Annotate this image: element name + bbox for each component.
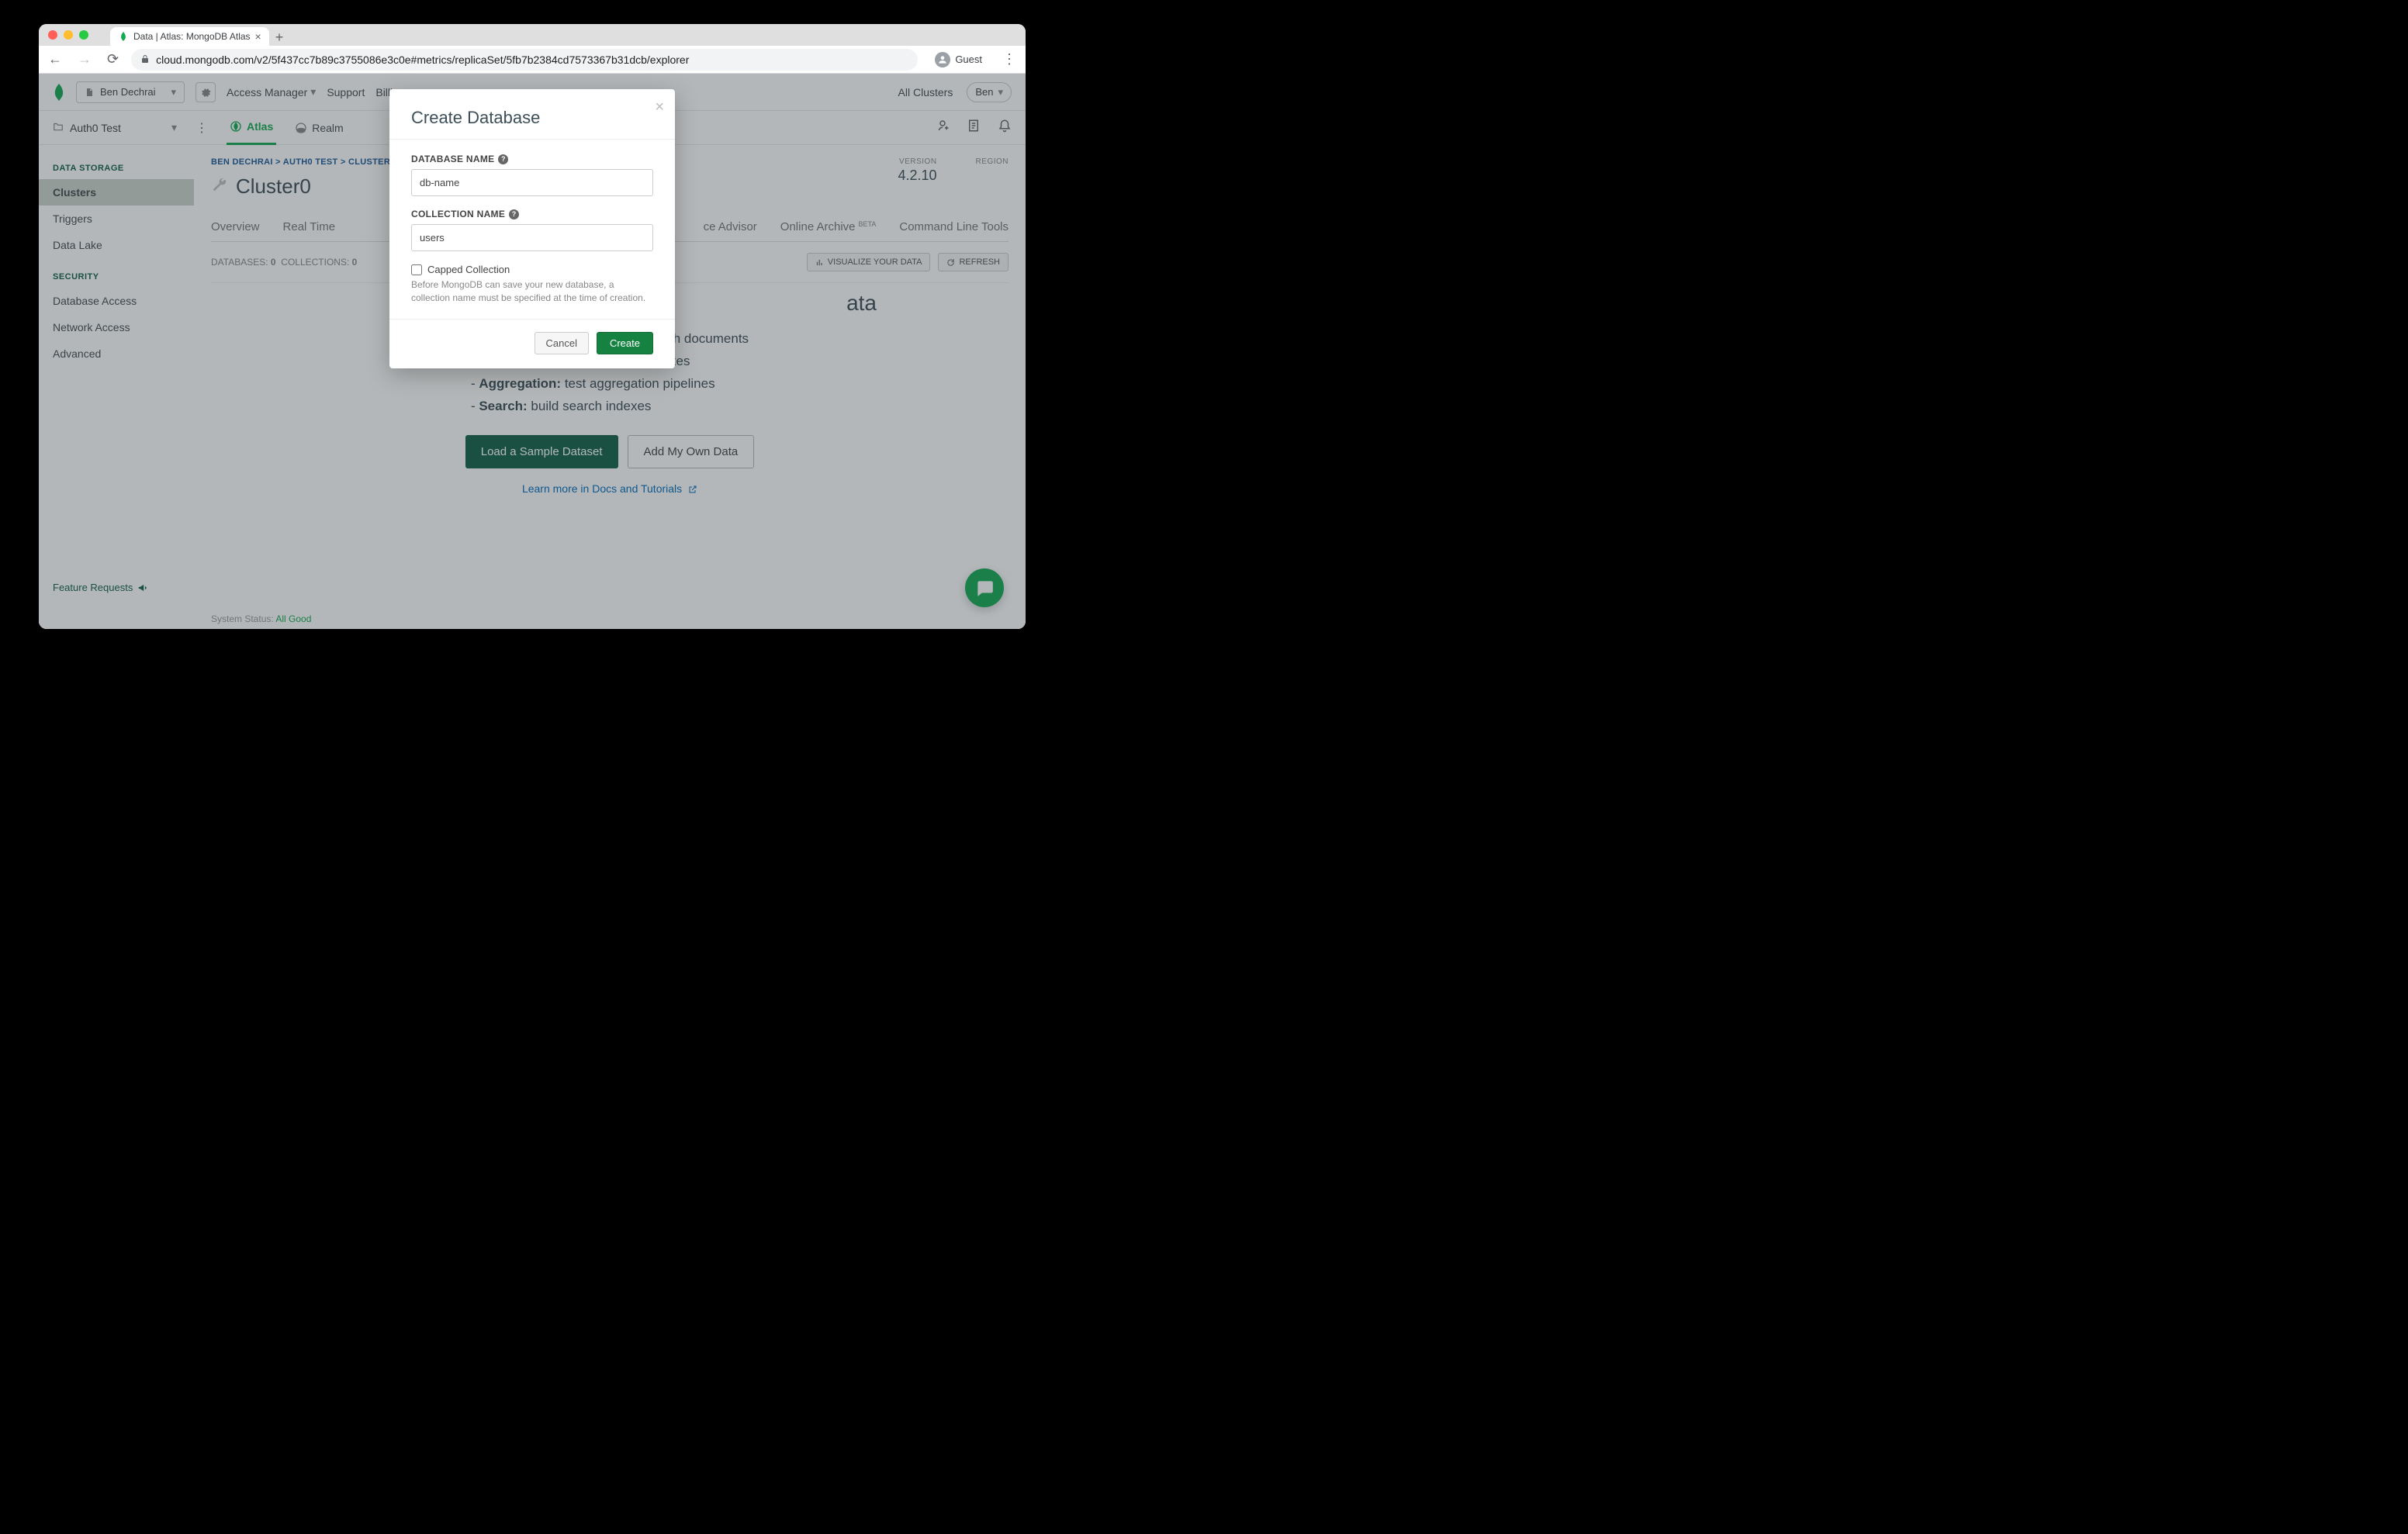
nav-reload-icon[interactable]: ⟳ [104,48,122,71]
profile-chip[interactable]: Guest [927,49,990,71]
window-maximize-icon[interactable] [79,30,88,40]
browser-menu-icon[interactable]: ⋮ [999,48,1019,71]
nav-back-icon[interactable]: ← [45,48,65,71]
tab-strip: Data | Atlas: MongoDB Atlas × + [110,24,1016,46]
nav-forward-icon: → [74,48,95,71]
title-bar: Data | Atlas: MongoDB Atlas × + [39,24,1026,46]
collection-name-input[interactable] [411,224,653,251]
capped-checkbox[interactable] [411,264,422,275]
create-button[interactable]: Create [597,332,653,354]
db-name-label: DATABASE NAME ? [411,154,653,164]
tab-close-icon[interactable]: × [255,30,261,43]
app-content: Ben Dechrai ▾ Access Manager ▾ Support B… [39,74,1026,629]
modal-close-icon[interactable]: × [655,98,664,116]
create-database-modal: × Create Database DATABASE NAME ? COLLEC… [389,89,675,368]
help-icon[interactable]: ? [498,154,508,164]
modal-title: Create Database [411,108,653,128]
avatar-icon [935,52,950,67]
window-close-icon[interactable] [48,30,57,40]
modal-overlay[interactable]: × Create Database DATABASE NAME ? COLLEC… [39,74,1026,629]
guest-label: Guest [955,54,982,65]
url-bar-row: ← → ⟳ cloud.mongodb.com/v2/5f437cc7b89c3… [39,46,1026,74]
modal-hint: Before MongoDB can save your new databas… [411,278,653,305]
mongo-leaf-icon [118,31,129,42]
url-bar[interactable]: cloud.mongodb.com/v2/5f437cc7b89c3755086… [131,49,918,71]
capped-checkbox-row[interactable]: Capped Collection [411,264,653,275]
browser-window: Data | Atlas: MongoDB Atlas × + ← → ⟳ cl… [39,24,1026,629]
help-icon[interactable]: ? [509,209,519,219]
db-name-input[interactable] [411,169,653,196]
browser-tab[interactable]: Data | Atlas: MongoDB Atlas × [110,27,269,46]
window-minimize-icon[interactable] [64,30,73,40]
new-tab-button[interactable]: + [275,29,284,46]
lock-icon [140,54,150,66]
collection-name-label: COLLECTION NAME ? [411,209,653,219]
url-text: cloud.mongodb.com/v2/5f437cc7b89c3755086… [156,54,689,66]
cancel-button[interactable]: Cancel [535,332,589,354]
tab-title: Data | Atlas: MongoDB Atlas [133,31,251,42]
